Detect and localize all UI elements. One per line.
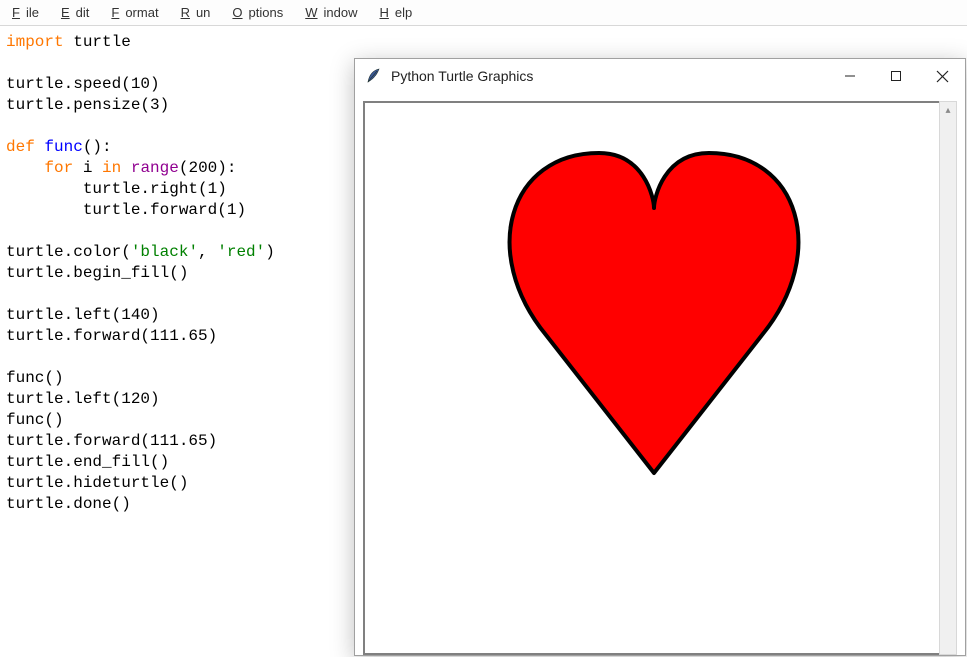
canvas-wrap: ▴ <box>355 93 965 655</box>
menubar: File Edit Format Run Options Window Help <box>0 0 967 26</box>
menu-edit[interactable]: Edit <box>55 3 101 22</box>
titlebar[interactable]: Python Turtle Graphics <box>355 59 965 93</box>
close-button[interactable] <box>919 59 965 93</box>
turtle-graphics-window: Python Turtle Graphics ▴ <box>354 58 966 656</box>
menu-options[interactable]: Options <box>226 3 295 22</box>
window-controls <box>827 59 965 93</box>
maximize-button[interactable] <box>873 59 919 93</box>
menu-format[interactable]: Format <box>105 3 170 22</box>
turtle-canvas <box>363 101 939 655</box>
heart-shape <box>439 113 869 503</box>
scroll-up-icon[interactable]: ▴ <box>943 104 952 118</box>
window-title: Python Turtle Graphics <box>391 68 827 84</box>
menu-window[interactable]: Window <box>299 3 369 22</box>
menu-help[interactable]: Help <box>374 3 425 22</box>
menu-run[interactable]: Run <box>175 3 223 22</box>
vertical-scrollbar[interactable]: ▴ <box>939 101 957 655</box>
python-feather-icon <box>365 67 383 85</box>
minimize-button[interactable] <box>827 59 873 93</box>
menu-file[interactable]: File <box>6 3 51 22</box>
